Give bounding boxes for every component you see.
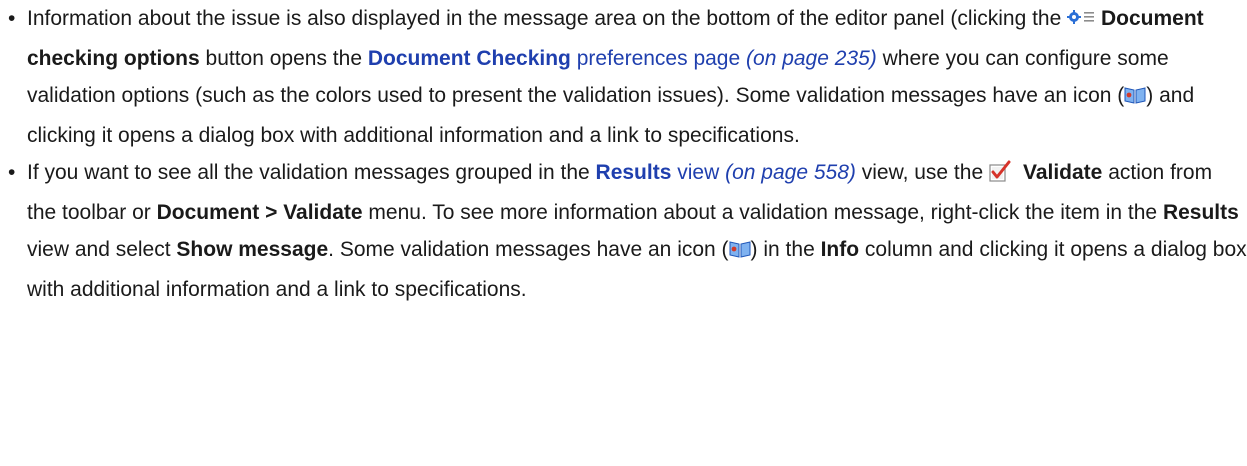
document-validate-menu: Document > Validate xyxy=(156,201,363,224)
list-item: • Information about the issue is also dis… xyxy=(0,0,1247,154)
list-item: • If you want to see all the validation m… xyxy=(0,154,1247,308)
info-book-icon xyxy=(729,234,751,271)
document-checking-link[interactable]: Document Checking xyxy=(368,47,571,70)
validate-action-label: Validate xyxy=(1022,161,1103,184)
item2-text-5: view and select xyxy=(27,238,171,261)
document-checking-options-icon[interactable] xyxy=(1067,3,1095,40)
bullet-list: • Information about the issue is also dis… xyxy=(0,0,1247,308)
info-book-icon xyxy=(1124,80,1146,117)
document-body: • Information about the issue is also dis… xyxy=(0,0,1247,308)
item1-text-1: Information about the issue is also disp… xyxy=(27,7,1062,30)
bullet: • xyxy=(8,7,16,30)
item2-text-2: view, use the xyxy=(861,161,984,184)
validate-checkmark-icon[interactable] xyxy=(989,157,1011,194)
view-link[interactable]: view xyxy=(677,161,719,184)
bullet: • xyxy=(8,161,16,184)
item2-text-4: menu. To see more information about a va… xyxy=(368,201,1158,224)
item1-text-2: button opens the xyxy=(205,47,362,70)
results-view-label: Results xyxy=(1162,201,1239,224)
results-link[interactable]: Results xyxy=(596,161,672,184)
show-message-label: Show message xyxy=(176,238,329,261)
page-reference[interactable]: (on page 235) xyxy=(746,47,877,70)
item2-text-7: ) in the xyxy=(750,238,815,261)
info-column-label: Info xyxy=(820,238,860,261)
page-reference[interactable]: (on page 558) xyxy=(725,161,856,184)
item2-text-1: If you want to see all the validation me… xyxy=(27,161,590,184)
item2-text-6: . Some validation messages have an icon … xyxy=(328,238,729,261)
preferences-page-link[interactable]: preferences page xyxy=(577,47,740,70)
